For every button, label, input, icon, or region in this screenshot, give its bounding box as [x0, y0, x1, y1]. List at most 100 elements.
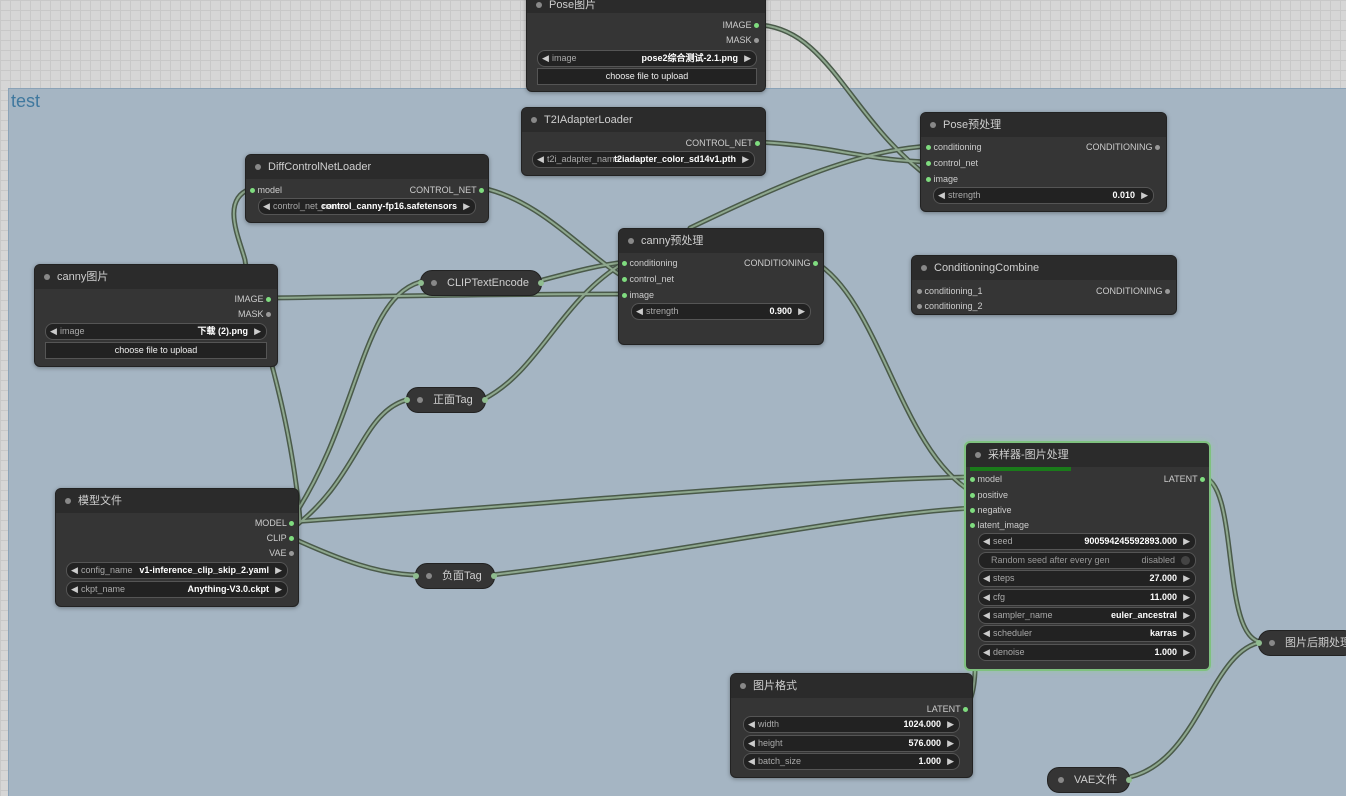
output-mask[interactable]: MASK [238, 307, 271, 321]
controlnet-name-combo[interactable]: ◀ control_net_name control_canny-fp16.safe… [258, 198, 476, 215]
output-model[interactable]: MODEL [255, 516, 294, 530]
arrow-right-icon[interactable]: ▶ [1183, 608, 1190, 623]
node-pose-preprocess[interactable]: Pose预处理 conditioning CONDITIONING contro… [920, 112, 1167, 212]
node-header[interactable]: canny预处理 [619, 229, 823, 253]
node-image-format[interactable]: 图片格式 LATENT ◀ width 1024.000 ▶ ◀ height 576.0… [730, 673, 973, 778]
output-socket-icon[interactable] [754, 23, 759, 29]
node-canny-image[interactable]: canny图片 IMAGE MASK ◀ image 下载 (2).png ▶ cho… [34, 264, 278, 367]
upload-button[interactable]: choose file to upload [537, 68, 757, 85]
output-latent[interactable]: LATENT [927, 702, 968, 716]
node-positive-tag[interactable]: 正面Tag [404, 387, 488, 413]
arrow-right-icon[interactable]: ▶ [1141, 188, 1148, 203]
input-control-net[interactable]: control_net [622, 272, 674, 286]
collapse-dot-icon[interactable] [426, 573, 432, 579]
cfg-input[interactable]: ◀ cfg 11.000 ▶ [978, 589, 1196, 606]
arrow-left-icon[interactable]: ◀ [636, 304, 643, 319]
input-latent-image[interactable]: latent_image [970, 518, 1029, 532]
input-positive[interactable]: positive [970, 488, 1008, 502]
arrow-right-icon[interactable]: ▶ [1183, 645, 1190, 660]
output-socket-icon[interactable] [266, 297, 271, 303]
output-socket-icon[interactable] [1165, 289, 1170, 295]
node-header[interactable]: Pose图片 [527, 0, 765, 13]
arrow-right-icon[interactable]: ▶ [1183, 626, 1190, 641]
node-t2i-adapter-loader[interactable]: T2IAdapterLoader CONTROL_NET ◀ t2i_adapte… [521, 107, 766, 176]
arrow-right-icon[interactable]: ▶ [463, 199, 470, 214]
collapse-dot-icon[interactable] [255, 164, 261, 170]
arrow-left-icon[interactable]: ◀ [983, 590, 990, 605]
collapse-dot-icon[interactable] [44, 274, 50, 280]
random-seed-toggle[interactable]: Random seed after every gen disabled [978, 552, 1196, 569]
input-socket-icon[interactable] [250, 188, 255, 194]
input-conditioning[interactable]: conditioning [622, 256, 678, 270]
denoise-input[interactable]: ◀ denoise 1.000 ▶ [978, 644, 1196, 661]
arrow-left-icon[interactable]: ◀ [748, 717, 755, 732]
arrow-right-icon[interactable]: ▶ [1183, 571, 1190, 586]
height-input[interactable]: ◀ height 576.000 ▶ [743, 735, 960, 752]
node-header[interactable]: T2IAdapterLoader [522, 108, 765, 132]
scheduler-combo[interactable]: ◀ scheduler karras ▶ [978, 625, 1196, 642]
arrow-left-icon[interactable]: ◀ [542, 51, 549, 66]
input-control-net[interactable]: control_net [926, 156, 978, 170]
collapse-dot-icon[interactable] [536, 2, 542, 8]
arrow-left-icon[interactable]: ◀ [50, 324, 57, 339]
arrow-left-icon[interactable]: ◀ [983, 608, 990, 623]
arrow-right-icon[interactable]: ▶ [947, 717, 954, 732]
arrow-left-icon[interactable]: ◀ [748, 736, 755, 751]
input-socket-icon[interactable] [917, 304, 922, 310]
input-image[interactable]: image [926, 172, 958, 186]
node-header[interactable]: 图片格式 [731, 674, 972, 698]
image-combo[interactable]: ◀ image pose2综合测试-2.1.png ▶ [537, 50, 757, 67]
image-combo[interactable]: ◀ image 下载 (2).png ▶ [45, 323, 267, 340]
node-header[interactable]: 采样器-图片处理 [966, 443, 1209, 467]
node-header[interactable]: 模型文件 [56, 489, 298, 513]
collapse-dot-icon[interactable] [1058, 777, 1064, 783]
adapter-name-combo[interactable]: ◀ t2i_adapter_name t2iadapter_color_sd14v1… [532, 151, 755, 168]
node-header[interactable]: ConditioningCombine [912, 256, 1176, 280]
upload-button[interactable]: choose file to upload [45, 342, 267, 359]
arrow-right-icon[interactable]: ▶ [744, 51, 751, 66]
input-socket-icon[interactable] [622, 277, 627, 283]
node-pose-image[interactable]: Pose图片 IMAGE MASK ◀ image pose2综合测试-2.1.pn… [526, 0, 766, 92]
arrow-left-icon[interactable]: ◀ [71, 582, 78, 597]
input-image[interactable]: image [622, 288, 654, 302]
output-control-net[interactable]: CONTROL_NET [686, 136, 760, 150]
node-conditioning-combine[interactable]: ConditioningCombine conditioning_1 CONDI… [911, 255, 1177, 315]
arrow-right-icon[interactable]: ▶ [1183, 590, 1190, 605]
arrow-left-icon[interactable]: ◀ [71, 563, 78, 578]
arrow-left-icon[interactable]: ◀ [983, 645, 990, 660]
node-negative-tag[interactable]: 负面Tag [413, 563, 497, 589]
node-header[interactable]: canny图片 [35, 265, 277, 289]
output-socket-icon[interactable] [537, 280, 544, 286]
collapse-dot-icon[interactable] [921, 265, 927, 271]
input-socket-icon[interactable] [413, 573, 419, 579]
output-vae[interactable]: VAE [269, 546, 294, 560]
input-socket-icon[interactable] [970, 523, 975, 529]
collapse-dot-icon[interactable] [975, 452, 981, 458]
input-conditioning-2[interactable]: conditioning_2 [917, 299, 983, 313]
seed-input[interactable]: ◀ seed 900594245592893.000 ▶ [978, 533, 1196, 550]
node-clip-text-encode[interactable]: CLIPTextEncode [418, 270, 544, 296]
input-socket-icon[interactable] [622, 261, 627, 267]
output-latent[interactable]: LATENT [1164, 472, 1205, 486]
steps-input[interactable]: ◀ steps 27.000 ▶ [978, 570, 1196, 587]
output-socket-icon[interactable] [289, 536, 294, 542]
output-socket-icon[interactable] [1200, 477, 1205, 483]
collapse-dot-icon[interactable] [740, 683, 746, 689]
input-model[interactable]: model [250, 183, 282, 197]
collapse-dot-icon[interactable] [628, 238, 634, 244]
arrow-left-icon[interactable]: ◀ [983, 626, 990, 641]
input-socket-icon[interactable] [926, 177, 931, 183]
node-vae-file[interactable]: VAE文件 [1047, 767, 1133, 793]
arrow-left-icon[interactable]: ◀ [263, 199, 270, 214]
output-image[interactable]: IMAGE [722, 18, 759, 32]
input-conditioning-1[interactable]: conditioning_1 [917, 284, 983, 298]
output-conditioning[interactable]: CONDITIONING [1086, 140, 1160, 154]
ckpt-name-combo[interactable]: ◀ ckpt_name Anything-V3.0.ckpt ▶ [66, 581, 288, 598]
arrow-right-icon[interactable]: ▶ [947, 736, 954, 751]
node-header[interactable]: Pose预处理 [921, 113, 1166, 137]
output-control-net[interactable]: CONTROL_NET [410, 183, 484, 197]
node-sampler[interactable]: 采样器-图片处理 model LATENT positive negative … [964, 441, 1211, 671]
arrow-left-icon[interactable]: ◀ [983, 534, 990, 549]
output-socket-icon[interactable] [481, 397, 488, 403]
arrow-left-icon[interactable]: ◀ [983, 571, 990, 586]
